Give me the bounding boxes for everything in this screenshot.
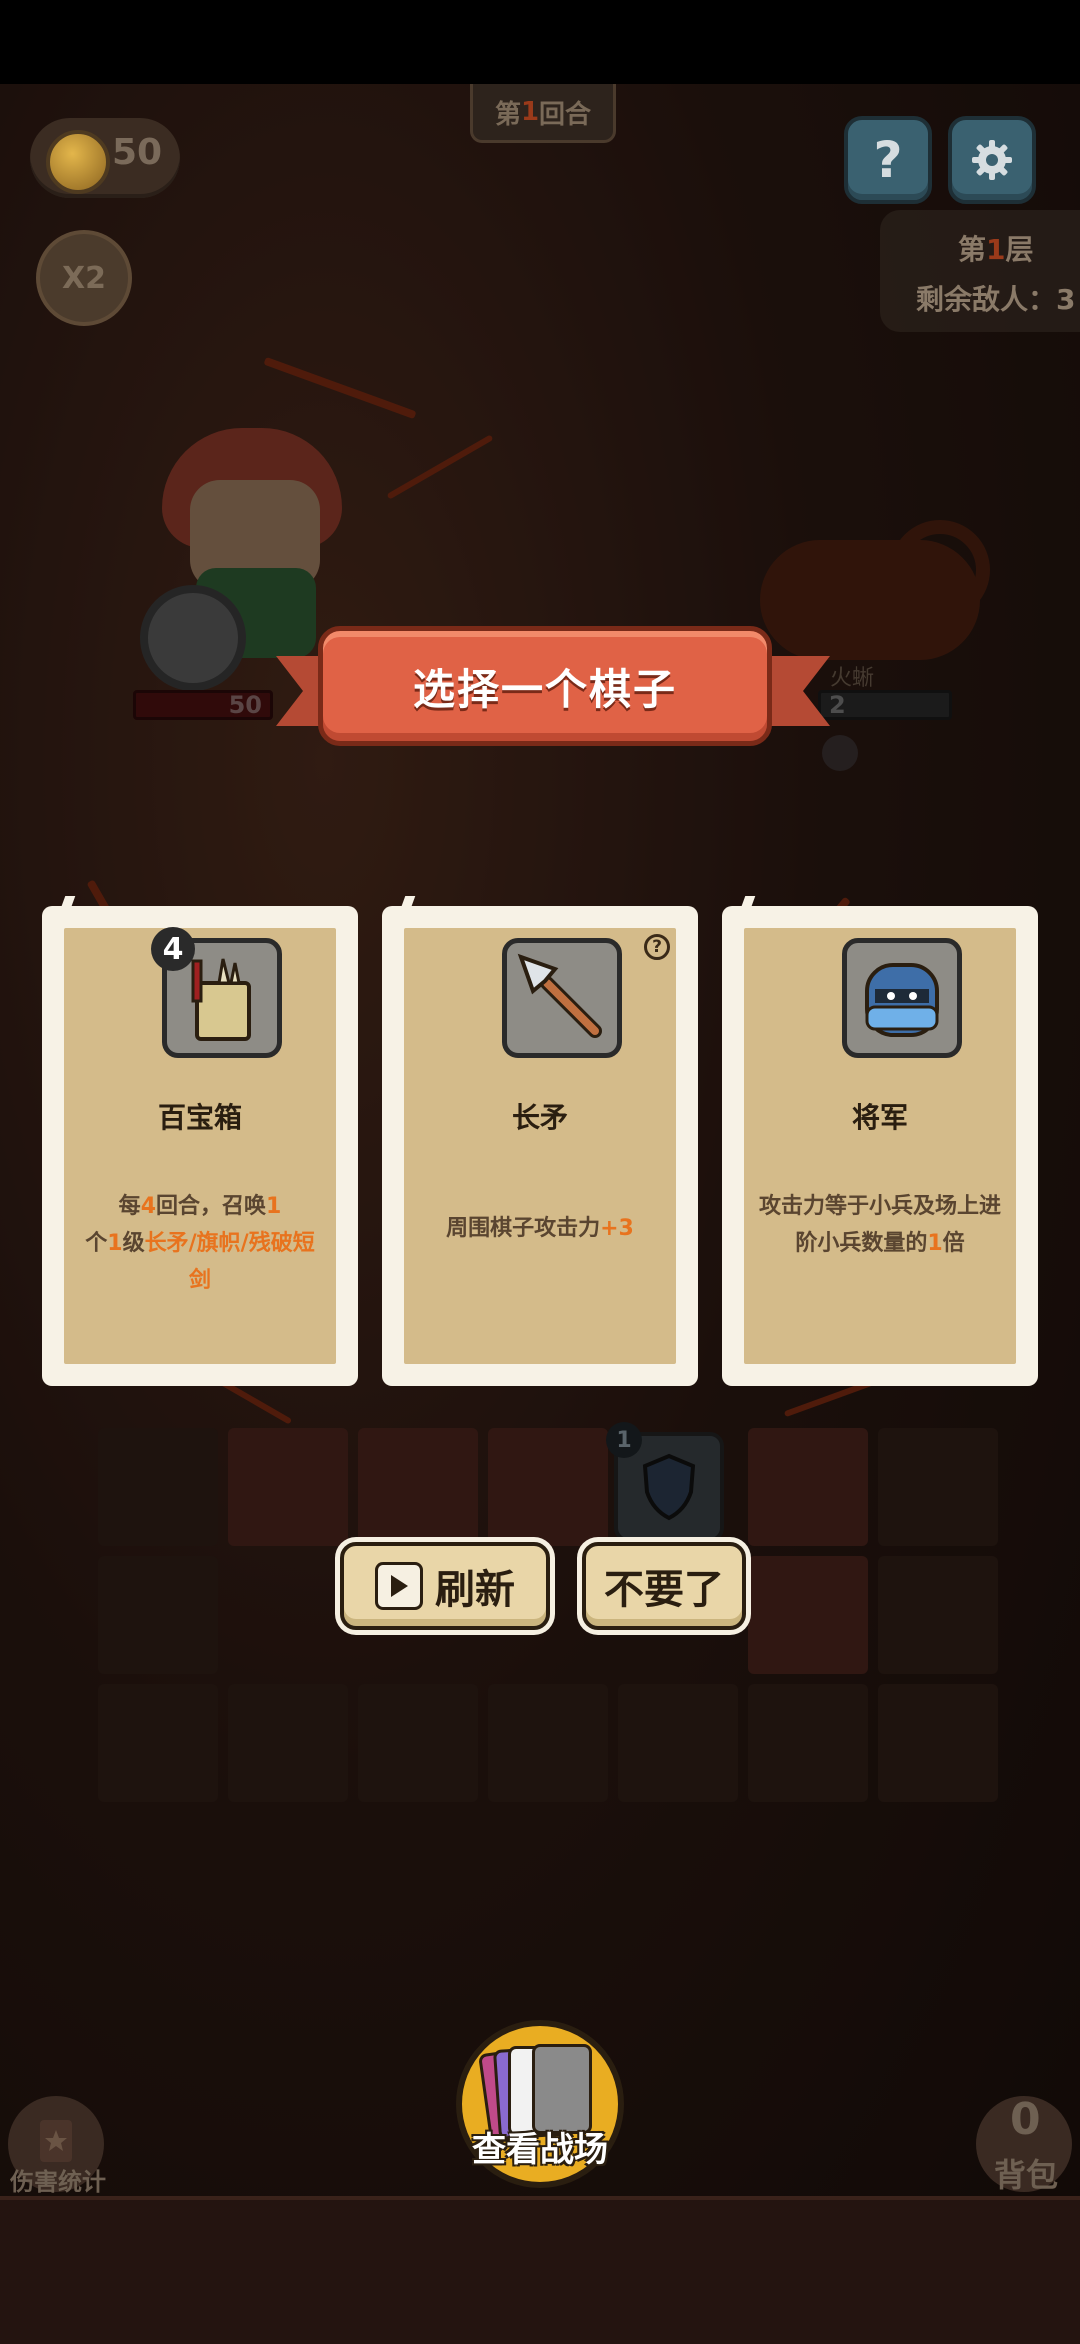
skip-button[interactable]: 不要了 bbox=[582, 1542, 746, 1630]
piece-card-spear[interactable]: ? 长矛 周围棋子攻击力+3 bbox=[382, 896, 698, 1386]
speed-toggle-button[interactable]: X2 bbox=[36, 230, 132, 326]
piece-card-general[interactable]: 将军 攻击力等于小兵及场上进阶小兵数量的1倍 bbox=[722, 896, 1038, 1386]
help-button[interactable]: ? bbox=[844, 116, 932, 204]
card-description: 每4回合，召唤1 个1级长矛/旗帜/残破短剑 bbox=[85, 1194, 315, 1293]
backpack-count: 0 bbox=[1010, 2094, 1041, 2145]
round-number: 1 bbox=[520, 97, 540, 127]
round-prefix: 第 bbox=[494, 99, 521, 130]
settings-button[interactable] bbox=[948, 116, 1036, 204]
floor-label: 第1层 bbox=[958, 228, 1034, 268]
card-help-icon[interactable]: ? bbox=[644, 934, 670, 960]
coin-count: 50 bbox=[112, 132, 163, 173]
card-name: 长矛 bbox=[511, 1101, 568, 1134]
card-body: ? 长矛 周围棋子攻击力+3 bbox=[404, 928, 676, 1364]
card-body: 4 百宝箱 每4回合，召唤1 个1级长矛/旗帜/残破短剑 bbox=[64, 927, 336, 1364]
piece-level-badge: 4 bbox=[151, 927, 195, 971]
dialog-title: 选择一个棋子 bbox=[318, 626, 772, 746]
card-description: 周围棋子攻击力+3 bbox=[446, 1216, 634, 1241]
card-name: 百宝箱 bbox=[157, 1101, 242, 1134]
video-play-icon bbox=[375, 1562, 423, 1610]
floor-number: 1 bbox=[986, 233, 1006, 266]
view-battlefield-label: 查看战场 bbox=[472, 2130, 608, 2170]
gear-icon bbox=[972, 140, 1012, 180]
coin-icon bbox=[46, 130, 110, 194]
piece-portrait bbox=[842, 938, 962, 1058]
piece-portrait: 4 bbox=[151, 927, 282, 1058]
round-indicator: 第 1 回合 bbox=[470, 84, 616, 143]
question-icon: ? bbox=[873, 131, 903, 189]
enemies-left-label: 剩余敌人：3 bbox=[916, 283, 1076, 316]
backpack-label: 背包 bbox=[994, 2156, 1059, 2194]
refresh-label: 刷新 bbox=[435, 1567, 515, 1613]
card-name: 将军 bbox=[851, 1101, 908, 1134]
piece-card-treasure-box[interactable]: 4 百宝箱 每4回合，召唤1 个1级长矛/旗帜/残破短剑 bbox=[42, 896, 358, 1386]
floor-prefix: 第 bbox=[958, 233, 987, 266]
card-description: 攻击力等于小兵及场上进阶小兵数量的1倍 bbox=[758, 1194, 1001, 1256]
book-icon bbox=[40, 2120, 72, 2162]
spear-icon bbox=[517, 953, 602, 1038]
bottom-bar bbox=[0, 2196, 1080, 2344]
damage-stats-label: 伤害统计 bbox=[10, 2168, 106, 2196]
floor-suffix: 层 bbox=[1005, 233, 1034, 266]
refresh-button[interactable]: 刷新 bbox=[340, 1542, 550, 1630]
round-suffix: 回合 bbox=[539, 99, 592, 130]
card-body: 将军 攻击力等于小兵及场上进阶小兵数量的1倍 bbox=[744, 928, 1016, 1364]
general-icon bbox=[865, 963, 939, 1037]
piece-portrait bbox=[502, 938, 622, 1058]
